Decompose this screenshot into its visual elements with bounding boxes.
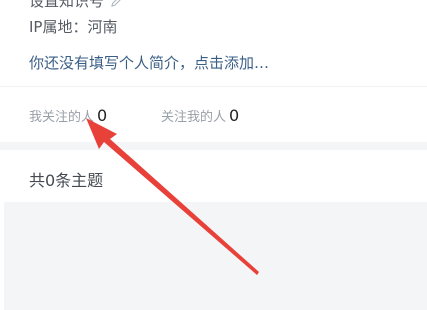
following-label: 我关注的人 xyxy=(29,110,95,125)
edit-pencil-icon[interactable] xyxy=(110,0,124,8)
follow-following-item[interactable]: 我关注的人 0 xyxy=(29,106,107,125)
knowledge-id-label: 设置知识号 xyxy=(29,0,105,10)
knowledge-id-setting[interactable]: 设置知识号 xyxy=(29,0,124,11)
ip-location: IP属地：河南 xyxy=(29,18,118,36)
empty-content-area xyxy=(4,202,427,310)
follow-followers-item[interactable]: 关注我的人 0 xyxy=(161,106,239,125)
followers-label: 关注我的人 xyxy=(161,110,227,125)
profile-page: 设置知识号 IP属地：河南 你还没有填写个人简介，点击添加… 我关注的人 0 关… xyxy=(0,0,427,310)
following-count: 0 xyxy=(97,106,108,125)
follow-stats-row: 我关注的人 0 关注我的人 0 xyxy=(0,87,427,142)
followers-count: 0 xyxy=(229,106,240,125)
topics-count: 共0条主题 xyxy=(29,171,104,190)
topics-card: 共0条主题 xyxy=(0,150,427,202)
section-gap xyxy=(0,142,427,150)
add-bio-link[interactable]: 你还没有填写个人简介，点击添加… xyxy=(29,52,269,73)
profile-card: 设置知识号 IP属地：河南 你还没有填写个人简介，点击添加… xyxy=(0,0,427,86)
